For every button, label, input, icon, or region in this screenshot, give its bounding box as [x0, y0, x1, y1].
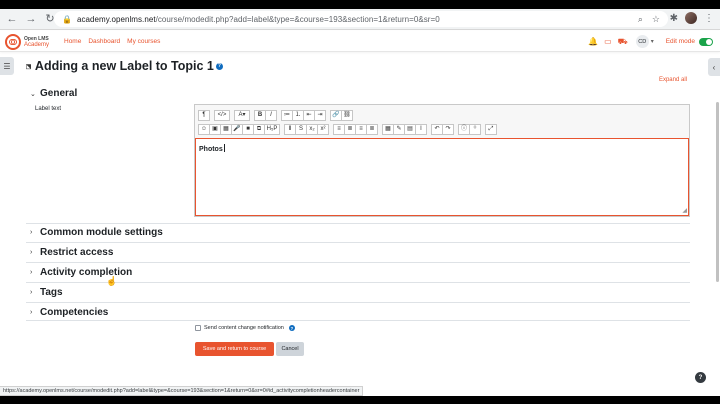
section-label: Activity completion — [40, 267, 133, 278]
editor-toolbar-row2: ☺ ▣ ▦ 🎤 ■ ⧉ H₅P Ⅱ S x₂ x² ≡ ≣ ≡ ≣ ▦ ✎ ▤ … — [198, 123, 501, 135]
chevron-left-icon: ‹ — [712, 62, 716, 72]
list-icon: ☰ — [3, 61, 11, 71]
divider — [26, 282, 690, 283]
page-title: Adding a new Label to Topic 1 — [34, 59, 214, 73]
chevron-down-icon[interactable]: ▾ — [651, 38, 654, 45]
section-common-module-settings[interactable]: › Common module settings — [30, 227, 163, 238]
expand-all-link[interactable]: Expand all — [659, 77, 687, 83]
nav-home[interactable]: Home — [64, 38, 81, 45]
letterbox-top — [0, 0, 720, 9]
site-header: Open LMS Academy Home Dashboard My cours… — [0, 31, 720, 52]
chevron-right-icon: › — [30, 229, 33, 236]
back-arrow-icon[interactable]: ← — [5, 12, 19, 26]
notify-label[interactable]: Send content change notification — [204, 325, 284, 331]
screenreader-helper-icon[interactable]: ⁽⁾ — [469, 123, 481, 135]
search-icon[interactable]: ⌕ — [638, 14, 643, 25]
site-logo[interactable]: Open LMS Academy — [5, 31, 55, 52]
save-and-return-button[interactable]: Save and return to course — [195, 342, 274, 356]
letterbox-bottom — [0, 396, 720, 404]
text-caret — [223, 144, 225, 152]
menu-dots-icon[interactable]: ⋮ — [704, 13, 714, 24]
editor-text: Photos — [199, 146, 223, 153]
align-justify-icon[interactable]: ≣ — [366, 123, 378, 135]
scrollbar-thumb[interactable] — [716, 102, 719, 282]
section-general-label: General — [40, 88, 78, 99]
notify-checkbox[interactable] — [195, 325, 201, 331]
owl-logo-icon — [5, 33, 21, 50]
user-avatar[interactable]: CD — [635, 35, 649, 48]
section-tags[interactable]: › Tags — [30, 287, 63, 298]
chevron-right-icon: › — [30, 289, 33, 296]
section-competencies[interactable]: › Competencies — [30, 307, 108, 318]
edit-mode-toggle[interactable] — [699, 37, 713, 46]
editor-toolbar-row1: ¶ </> A▾ B I ≔ ⒈ ⇤ ⇥ 🔗 ⛓ — [198, 109, 357, 121]
superscript-icon[interactable]: x² — [317, 123, 329, 135]
header-actions: 🔔 ▭ ⛟ CD ▾ Edit mode — [582, 31, 713, 52]
label-icon: ⬗ — [22, 59, 35, 72]
h5p-icon[interactable]: H₅P — [264, 123, 280, 135]
divider — [26, 242, 690, 243]
url-text: academy.openlms.net/course/modedit.php?a… — [76, 14, 440, 24]
section-label: Common module settings — [40, 227, 163, 238]
nav-dashboard[interactable]: Dashboard — [88, 38, 120, 45]
section-restrict-access[interactable]: › Restrict access — [30, 247, 113, 258]
show-more-buttons-icon[interactable]: ¶ — [198, 109, 210, 121]
bell-icon[interactable]: 🔔 — [588, 37, 598, 46]
fullscreen-icon[interactable]: ⤢ — [485, 123, 497, 135]
notify-option: Send content change notification ? — [195, 325, 295, 331]
logo-line1: Open LMS — [24, 35, 49, 42]
indent-icon[interactable]: ⇥ — [314, 109, 326, 121]
redo-icon[interactable]: ↷ — [442, 123, 454, 135]
star-icon[interactable]: ☆ — [652, 14, 660, 25]
divider — [26, 302, 690, 303]
html-source-icon[interactable]: </> — [214, 109, 230, 121]
help-icon[interactable]: ? — [288, 325, 295, 331]
address-bar-actions: ⌕ ☆ — [638, 11, 660, 27]
chevron-down-icon: ⌄ — [30, 90, 36, 98]
logo-text: Open LMS Academy — [24, 36, 49, 48]
chevron-right-icon: › — [30, 309, 33, 316]
section-label: Tags — [40, 287, 63, 298]
cancel-button[interactable]: Cancel — [276, 342, 304, 356]
lock-icon: 🔒 — [62, 14, 72, 24]
editor-content-area[interactable]: Photos ◢ — [195, 138, 689, 216]
divider — [26, 223, 690, 224]
extensions-icon[interactable]: ✱ — [670, 13, 678, 24]
screen: ← → ↻ 🔒 academy.openlms.net/course/moded… — [0, 0, 720, 404]
address-bar[interactable]: 🔒 academy.openlms.net/course/modedit.php… — [54, 11, 668, 27]
browser-actions: ✱ ⋮ — [670, 12, 714, 24]
forward-arrow-icon[interactable]: → — [24, 12, 38, 26]
edit-mode-label: Edit mode — [665, 38, 695, 45]
help-icon[interactable]: ? — [215, 62, 223, 70]
browser-toolbar: ← → ↻ 🔒 academy.openlms.net/course/moded… — [0, 9, 720, 30]
divider — [26, 262, 690, 263]
nav-my-courses[interactable]: My courses — [127, 38, 160, 45]
profile-avatar[interactable] — [685, 12, 697, 24]
block-drawer-toggle[interactable]: ‹ — [708, 58, 720, 76]
hand-cursor-icon: ☝ — [106, 276, 118, 286]
section-general-header[interactable]: ⌄ General — [30, 88, 77, 99]
label-text-caption: Label text — [35, 106, 62, 112]
chevron-right-icon: › — [30, 249, 33, 256]
help-icon[interactable]: ? — [695, 372, 706, 383]
divider — [26, 320, 690, 321]
logo-line2: Academy — [24, 41, 50, 48]
font-color-icon[interactable]: A▾ — [234, 109, 250, 121]
cart-icon[interactable]: ⛟ — [618, 37, 628, 47]
chat-icon[interactable]: ▭ — [604, 37, 612, 46]
section-label: Competencies — [40, 307, 109, 318]
primary-navigation: Home Dashboard My courses — [64, 31, 160, 52]
unlink-icon[interactable]: ⛓ — [341, 109, 353, 121]
browser-status-bar: https://academy.openlms.net/course/moded… — [0, 386, 364, 396]
section-label: Restrict access — [40, 247, 114, 258]
italic-icon[interactable]: I — [265, 109, 277, 121]
course-index-toggle[interactable]: ☰ — [0, 57, 14, 75]
resize-handle-icon[interactable]: ◢ — [682, 207, 687, 214]
rich-text-editor: ¶ </> A▾ B I ≔ ⒈ ⇤ ⇥ 🔗 ⛓ ☺ ▣ ▦ 🎤 ■ ⧉ H₅P… — [194, 104, 690, 217]
chevron-right-icon: › — [30, 269, 33, 276]
clear-formatting-icon[interactable]: I — [415, 123, 427, 135]
page-header: ⬗ Adding a new Label to Topic 1 ? — [22, 58, 223, 74]
